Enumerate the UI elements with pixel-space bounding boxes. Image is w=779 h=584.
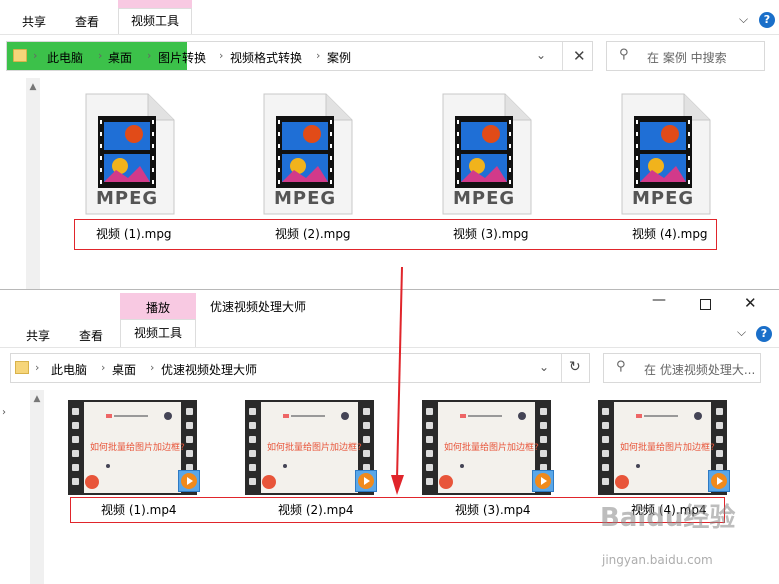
video-thumbnail[interactable]: 如何批量给图片加边框?	[68, 400, 202, 495]
expand-arrow-icon[interactable]: ›	[2, 407, 6, 418]
video-thumbnail[interactable]: 如何批量给图片加边框?	[598, 400, 732, 495]
thumbnail-title: 如何批量给图片加边框?	[90, 443, 185, 453]
address-bar[interactable]: › 此电脑 › 桌面 › 优速视频处理大师 ⌄ ↻	[10, 353, 590, 383]
folder-icon	[13, 49, 27, 62]
search-icon: ⚲	[616, 359, 626, 374]
file-name[interactable]: 视频 (2).mp4	[278, 501, 354, 518]
tab-view[interactable]: 查看	[71, 13, 103, 30]
play-icon	[711, 473, 727, 489]
chevron-down-icon[interactable]: ⌄	[536, 48, 546, 62]
breadcrumb-yousu[interactable]: 优速视频处理大师	[161, 361, 257, 378]
watermark: Baidu经验	[600, 497, 735, 534]
file-name[interactable]: 视频 (1).mp4	[101, 501, 177, 518]
search-icon: ⚲	[619, 47, 629, 62]
scroll-up-icon[interactable]: ▲	[30, 394, 44, 404]
nav-pane-scrollbar[interactable]: ▲	[30, 390, 44, 584]
breadcrumb-video-convert[interactable]: 视频格式转换	[230, 49, 302, 66]
nav-pane-scrollbar[interactable]: ▲	[26, 78, 40, 289]
search-box[interactable]: ⚲ 在 优速视频处理大...	[603, 353, 761, 383]
thumbnail-title: 如何批量给图片加边框?	[620, 443, 715, 453]
ribbon-collapse-icon[interactable]: ⌵	[739, 12, 748, 27]
scroll-up-icon[interactable]: ▲	[26, 82, 40, 92]
play-badge	[532, 470, 554, 492]
chevron-right-icon: ›	[219, 49, 224, 62]
explorer-window-case: 共享 查看 视频工具 ⌵ ? › 此电脑 › 桌面 › 图片转换 › 视频格式转…	[0, 0, 779, 290]
file-name[interactable]: 视频 (3).mp4	[455, 501, 531, 518]
close-icon[interactable]: ✕	[573, 47, 586, 65]
play-badge	[708, 470, 730, 492]
help-icon[interactable]: ?	[756, 326, 772, 342]
search-placeholder: 在 优速视频处理大...	[644, 363, 756, 377]
chevron-right-icon: ›	[316, 49, 321, 62]
play-icon	[181, 473, 197, 489]
ribbon-collapse-icon[interactable]: ⌵	[737, 325, 746, 340]
window-title: 优速视频处理大师	[210, 300, 307, 314]
minimize-icon[interactable]: —	[652, 292, 666, 308]
tab-share[interactable]: 共享	[22, 327, 54, 344]
thumbnail-title: 如何批量给图片加边框?	[444, 443, 539, 453]
ribbon: 共享 查看 视频工具 ⌵ ?	[0, 0, 779, 35]
chevron-right-icon: ›	[35, 361, 40, 374]
close-window-icon[interactable]: ✕	[744, 294, 757, 312]
file-type-label: MPEG	[453, 188, 516, 209]
breadcrumb-desktop[interactable]: 桌面	[108, 49, 132, 66]
address-bar[interactable]: › 此电脑 › 桌面 › 图片转换 › 视频格式转换 › 案例 ⌄ ✕	[6, 41, 593, 71]
breadcrumb-desktop[interactable]: 桌面	[112, 361, 136, 378]
file-name[interactable]: 视频 (2).mpg	[275, 225, 351, 242]
chevron-down-icon[interactable]: ⌄	[539, 360, 549, 374]
file-name[interactable]: 视频 (3).mpg	[453, 225, 529, 242]
tab-video-tools[interactable]: 视频工具	[120, 319, 196, 347]
thumbnail-title: 如何批量给图片加边框?	[267, 443, 362, 453]
chevron-right-icon: ›	[101, 361, 106, 374]
help-icon[interactable]: ?	[759, 12, 775, 28]
watermark-brand: Baidu经验	[600, 503, 736, 533]
chevron-right-icon: ›	[150, 361, 155, 374]
video-thumbnail[interactable]: 如何批量给图片加边框?	[422, 400, 556, 495]
breadcrumb-this-pc[interactable]: 此电脑	[47, 49, 83, 66]
chevron-right-icon: ›	[33, 49, 38, 62]
tab-video-tools[interactable]: 视频工具	[118, 8, 192, 35]
file-name[interactable]: 视频 (4).mpg	[632, 225, 708, 242]
play-icon	[358, 473, 374, 489]
tab-play[interactable]: 播放	[142, 299, 174, 316]
search-placeholder: 在 案例 中搜索	[647, 51, 727, 65]
video-thumbnail[interactable]: 如何批量给图片加边框?	[245, 400, 379, 495]
play-icon	[535, 473, 551, 489]
breadcrumb-case[interactable]: 案例	[327, 49, 351, 66]
refresh-icon[interactable]: ↻	[569, 359, 581, 375]
file-type-label: MPEG	[96, 188, 159, 209]
maximize-icon[interactable]	[700, 299, 711, 310]
folder-icon	[15, 361, 29, 374]
search-box[interactable]: ⚲ 在 案例 中搜索	[606, 41, 765, 71]
file-type-label: MPEG	[274, 188, 337, 209]
red-arrow-icon	[391, 266, 404, 495]
tab-share[interactable]: 共享	[18, 13, 50, 30]
play-badge	[355, 470, 377, 492]
chevron-right-icon: ›	[147, 49, 152, 62]
file-name[interactable]: 视频 (1).mpg	[96, 225, 172, 242]
chevron-right-icon: ›	[98, 49, 103, 62]
breadcrumb-this-pc[interactable]: 此电脑	[51, 361, 87, 378]
tab-view[interactable]: 查看	[75, 327, 107, 344]
watermark-url: jingyan.baidu.com	[602, 553, 713, 567]
file-type-label: MPEG	[632, 188, 695, 209]
play-badge	[178, 470, 200, 492]
breadcrumb-image-convert[interactable]: 图片转换	[158, 49, 206, 66]
